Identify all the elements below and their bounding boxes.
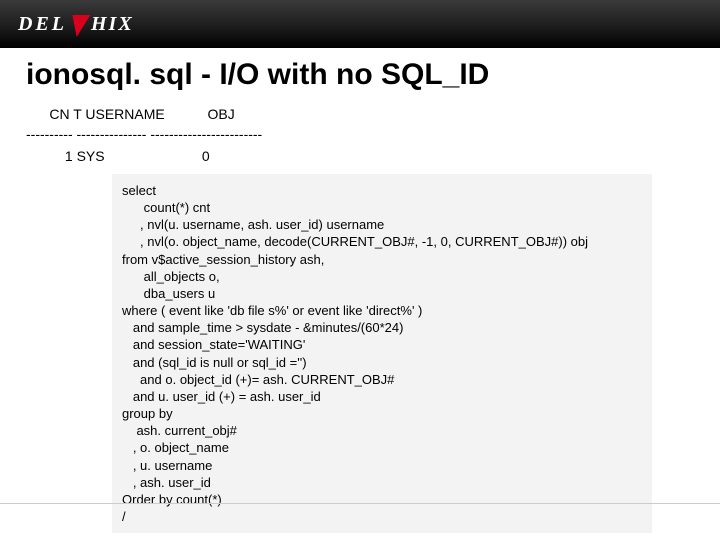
brand-triangle-icon [68, 15, 91, 37]
top-bar: DEL HIX [0, 0, 720, 48]
brand-suffix: HIX [91, 13, 134, 36]
table-data-row: 1 SYS 0 [26, 148, 694, 164]
table-header-row: CN T USERNAME OBJ [26, 106, 694, 122]
sql-code-block: select count(*) cnt , nvl(u. username, a… [112, 174, 652, 533]
slide-body: ionosql. sql - I/O with no SQL_ID CN T U… [0, 48, 720, 533]
brand-prefix: DEL [18, 13, 67, 36]
table-separator: ---------- --------------- -------------… [26, 126, 694, 142]
slide-title: ionosql. sql - I/O with no SQL_ID [26, 58, 694, 92]
brand-logo: DEL HIX [18, 13, 134, 36]
footer-divider [0, 503, 720, 504]
